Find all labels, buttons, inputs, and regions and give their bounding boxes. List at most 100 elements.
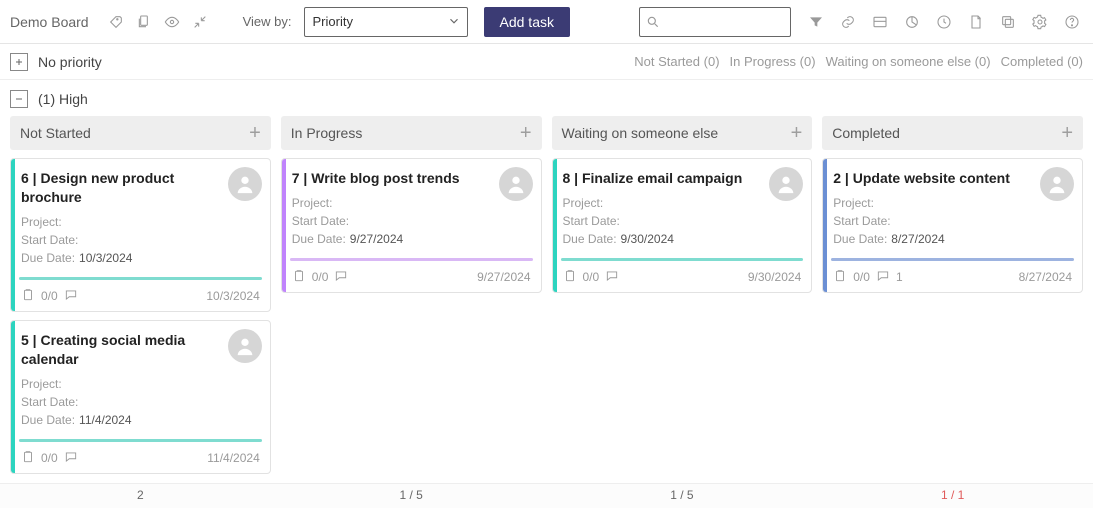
card-footer: 0/0 11/4/2024 [21, 450, 260, 467]
footer-count-completed: 1 / 1 [822, 488, 1083, 502]
avatar-icon [499, 167, 533, 201]
comment-icon [876, 269, 890, 286]
avatar-icon [228, 167, 262, 201]
column-title: Completed [832, 125, 900, 141]
card-meta: Project: Start Date: Due Date:9/27/2024 [292, 194, 531, 248]
card-footer: 0/0 9/27/2024 [292, 269, 531, 286]
card-footer: 0/0 10/3/2024 [21, 288, 260, 305]
kanban-columns: Not Started + 6 | Design new product bro… [10, 116, 1083, 474]
view-by-select[interactable]: Priority [304, 7, 468, 37]
column-footer-counts: 2 1 / 5 1 / 5 1 / 1 [0, 483, 1093, 508]
card-divider [831, 258, 1074, 261]
group-title-no-priority: No priority [38, 54, 102, 70]
card-footer-date: 10/3/2024 [206, 289, 259, 303]
footer-count-not-started: 2 [10, 488, 271, 502]
card-footer-date: 9/30/2024 [748, 270, 801, 284]
card-meta: Project: Start Date: Due Date:8/27/2024 [833, 194, 1072, 248]
footer-count-waiting: 1 / 5 [552, 488, 813, 502]
task-card[interactable]: 5 | Creating social media calendar Proje… [10, 320, 271, 474]
filter-icon[interactable] [805, 11, 827, 33]
group-high: (1) High Not Started + 6 | Design new pr… [0, 80, 1093, 474]
card-footer: 0/0 1 8/27/2024 [833, 269, 1072, 286]
card-title: 2 | Update website content [833, 169, 1072, 188]
subtask-count: 0/0 [312, 270, 329, 284]
card-title: 5 | Creating social media calendar [21, 331, 260, 369]
avatar-icon [228, 329, 262, 363]
pdf-icon[interactable] [965, 11, 987, 33]
duplicate-icon[interactable] [997, 11, 1019, 33]
subtask-count: 0/0 [41, 451, 58, 465]
status-count-completed: Completed (0) [1001, 54, 1083, 69]
board-title: Demo Board [10, 14, 99, 30]
card-divider [561, 258, 804, 261]
pie-icon[interactable] [901, 11, 923, 33]
layout-icon[interactable] [869, 11, 891, 33]
expand-button-no-priority[interactable] [10, 53, 28, 71]
task-card[interactable]: 6 | Design new product brochure Project:… [10, 158, 271, 312]
subtask-count: 0/0 [41, 289, 58, 303]
card-footer-date: 11/4/2024 [207, 451, 260, 465]
task-card[interactable]: 8 | Finalize email campaign Project: Sta… [552, 158, 813, 293]
copy-icon[interactable] [133, 11, 155, 33]
add-task-button[interactable]: Add task [484, 7, 570, 37]
card-title: 6 | Design new product brochure [21, 169, 260, 207]
search-input[interactable] [639, 7, 791, 37]
topbar: Demo Board View by: Priority Add task [0, 0, 1093, 44]
column-not-started: Not Started + 6 | Design new product bro… [10, 116, 271, 474]
card-divider [19, 439, 262, 442]
avatar-icon [769, 167, 803, 201]
group-no-priority: No priority Not Started (0) In Progress … [0, 44, 1093, 80]
add-card-button[interactable]: + [520, 123, 532, 143]
avatar-icon [1040, 167, 1074, 201]
card-divider [19, 277, 262, 280]
settings-icon[interactable] [1029, 11, 1051, 33]
status-count-not-started: Not Started (0) [634, 54, 719, 69]
comment-icon [605, 269, 619, 286]
comment-icon [334, 269, 348, 286]
clipboard-icon [292, 269, 306, 286]
clipboard-icon [21, 288, 35, 305]
card-title: 8 | Finalize email campaign [563, 169, 802, 188]
group-title-high: (1) High [38, 91, 88, 107]
group-status-counts: Not Started (0) In Progress (0) Waiting … [634, 54, 1083, 69]
card-footer-date: 8/27/2024 [1019, 270, 1072, 284]
clipboard-icon [833, 269, 847, 286]
clipboard-icon [563, 269, 577, 286]
view-by-value: Priority [313, 14, 353, 29]
add-card-button[interactable]: + [791, 123, 803, 143]
comment-icon [64, 288, 78, 305]
task-card[interactable]: 7 | Write blog post trends Project: Star… [281, 158, 542, 293]
card-footer: 0/0 9/30/2024 [563, 269, 802, 286]
column-waiting: Waiting on someone else + 8 | Finalize e… [552, 116, 813, 474]
subtask-count: 0/0 [583, 270, 600, 284]
collapse-icon[interactable] [189, 11, 211, 33]
group-high-header: (1) High [10, 90, 1083, 108]
column-header-completed: Completed + [822, 116, 1083, 150]
add-card-button[interactable]: + [1061, 123, 1073, 143]
column-in-progress: In Progress + 7 | Write blog post trends… [281, 116, 542, 474]
add-card-button[interactable]: + [249, 123, 261, 143]
history-icon[interactable] [933, 11, 955, 33]
footer-count-in-progress: 1 / 5 [281, 488, 542, 502]
status-count-in-progress: In Progress (0) [730, 54, 816, 69]
column-title: Not Started [20, 125, 91, 141]
link-icon[interactable] [837, 11, 859, 33]
card-meta: Project: Start Date: Due Date:9/30/2024 [563, 194, 802, 248]
toolbar-right [805, 11, 1083, 33]
column-header-not-started: Not Started + [10, 116, 271, 150]
column-header-waiting: Waiting on someone else + [552, 116, 813, 150]
collapse-button-high[interactable] [10, 90, 28, 108]
clipboard-icon [21, 450, 35, 467]
column-title: Waiting on someone else [562, 125, 719, 141]
chevron-down-icon [447, 14, 461, 31]
card-meta: Project: Start Date: Due Date:10/3/2024 [21, 213, 260, 267]
card-divider [290, 258, 533, 261]
subtask-count: 0/0 [853, 270, 870, 284]
view-by-label: View by: [243, 14, 292, 29]
card-meta: Project: Start Date: Due Date:11/4/2024 [21, 375, 260, 429]
card-footer-date: 9/27/2024 [477, 270, 530, 284]
task-card[interactable]: 2 | Update website content Project: Star… [822, 158, 1083, 293]
help-icon[interactable] [1061, 11, 1083, 33]
tag-icon[interactable] [105, 11, 127, 33]
eye-icon[interactable] [161, 11, 183, 33]
